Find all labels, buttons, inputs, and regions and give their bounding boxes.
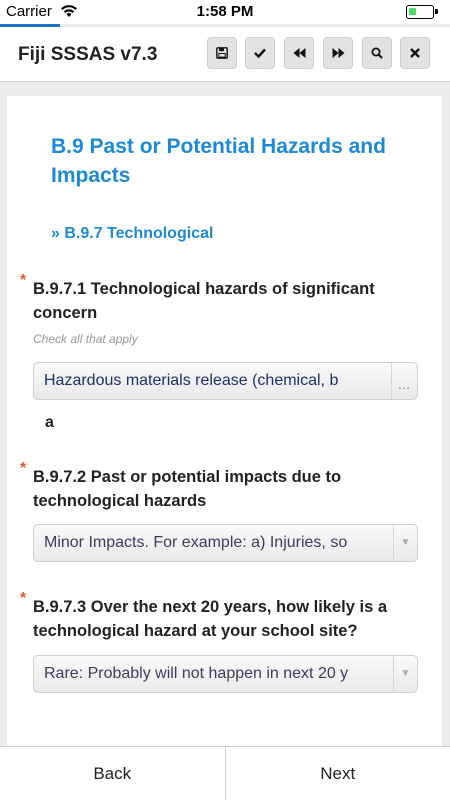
search-button[interactable] xyxy=(362,37,392,69)
check-icon xyxy=(254,48,266,58)
more-options-icon[interactable]: … xyxy=(391,363,417,399)
chevron-down-icon: ▼ xyxy=(393,656,417,692)
likelihood-select[interactable]: Rare: Probably will not happen in next 2… xyxy=(33,655,418,693)
rewind-icon xyxy=(293,48,305,58)
form-content: B.9 Past or Potential Hazards and Impact… xyxy=(7,96,442,746)
question-label: B.9.7.1 Technological hazards of signifi… xyxy=(33,280,375,322)
fast-forward-icon xyxy=(332,48,344,58)
question-hint: Check all that apply xyxy=(33,332,138,346)
rewind-button[interactable] xyxy=(284,37,314,69)
back-button[interactable]: Back xyxy=(0,747,225,800)
fast-forward-button[interactable] xyxy=(323,37,353,69)
selected-value-extra: a xyxy=(45,414,54,431)
save-icon xyxy=(216,47,228,59)
subsection-title: » B.9.7 Technological xyxy=(51,225,214,242)
footer-nav: Back Next xyxy=(0,746,450,800)
required-marker: * xyxy=(20,460,27,477)
question-label: B.9.7.2 Past or potential impacts due to… xyxy=(33,468,342,510)
search-icon xyxy=(371,47,383,59)
section-title: B.9 Past or Potential Hazards and Impact… xyxy=(51,135,386,187)
close-icon xyxy=(410,48,420,58)
status-bar: Carrier 1:58 PM xyxy=(0,0,450,24)
save-button[interactable] xyxy=(207,37,237,69)
selected-value: Minor Impacts. For example: a) Injuries,… xyxy=(44,534,348,551)
app-header: Fiji SSSAS v7.3 xyxy=(0,27,450,82)
battery-icon xyxy=(406,5,438,19)
hazards-multi-select[interactable]: Hazardous materials release (chemical, b… xyxy=(33,362,418,400)
impacts-select[interactable]: Minor Impacts. For example: a) Injuries,… xyxy=(33,524,418,562)
clock-label: 1:58 PM xyxy=(196,3,254,20)
question-label: B.9.7.3 Over the next 20 years, how like… xyxy=(33,598,388,640)
close-button[interactable] xyxy=(400,37,430,69)
selected-value: Rare: Probably will not happen in next 2… xyxy=(44,665,349,682)
check-button[interactable] xyxy=(245,37,275,69)
next-button[interactable]: Next xyxy=(224,747,450,800)
selected-value: Hazardous materials release (chemical, b xyxy=(44,372,339,389)
chevron-down-icon: ▼ xyxy=(393,525,417,561)
required-marker: * xyxy=(20,272,27,289)
required-marker: * xyxy=(20,590,27,607)
app-title: Fiji SSSAS v7.3 xyxy=(18,44,158,65)
